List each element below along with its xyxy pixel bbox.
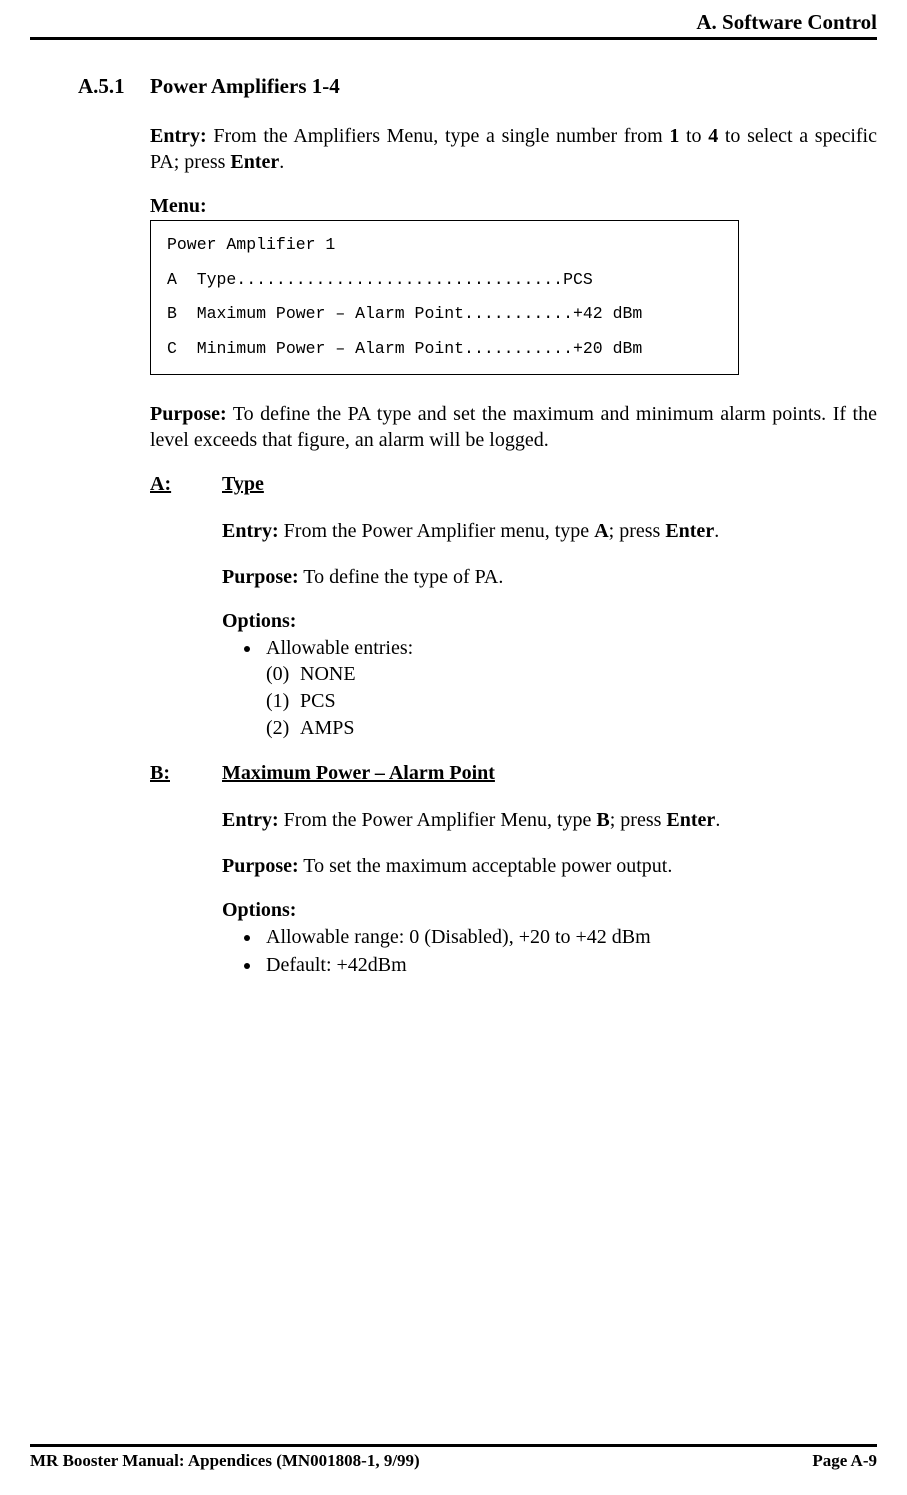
page-footer: MR Booster Manual: Appendices (MN001808-… [30,1444,877,1471]
options-label: Options: [222,610,877,633]
options-label: Options: [222,899,877,922]
sub-b-purpose: Purpose: To set the maximum acceptable p… [222,853,877,879]
menu-line: B Maximum Power – Alarm Point...........… [167,304,722,325]
options-list: Allowable entries: (0)NONE (1)PCS (2)AMP… [222,635,877,742]
list-item: Default: +42dBm [262,952,877,978]
footer-right: Page A-9 [812,1451,877,1471]
sub-key: A: [150,473,222,496]
section-heading: A.5.1 Power Amplifiers 1-4 [78,74,877,99]
footer-left: MR Booster Manual: Appendices (MN001808-… [30,1451,420,1471]
options-list: Allowable range: 0 (Disabled), +20 to +4… [222,924,877,978]
menu-box: Power Amplifier 1 A Type................… [150,220,739,375]
entry-label: Entry: [150,125,207,147]
page-header: A. Software Control [30,10,877,40]
sub-key: B: [150,762,222,785]
menu-line: A Type.................................P… [167,270,722,291]
entry-paragraph: Entry: From the Amplifiers Menu, type a … [150,123,877,175]
sub-a-entry: Entry: From the Power Amplifier menu, ty… [222,518,877,544]
section-title: Power Amplifiers 1-4 [150,74,340,99]
header-title: A. Software Control [696,10,877,34]
list-item: Allowable entries: (0)NONE (1)PCS (2)AMP… [262,635,877,742]
section-number: A.5.1 [78,74,150,99]
sub-heading-b: B: Maximum Power – Alarm Point [150,762,877,785]
menu-line: Power Amplifier 1 [167,235,722,256]
sub-b-entry: Entry: From the Power Amplifier Menu, ty… [222,807,877,833]
list-item: Allowable range: 0 (Disabled), +20 to +4… [262,924,877,950]
sub-a-purpose: Purpose: To define the type of PA. [222,564,877,590]
sub-heading-a: A: Type [150,473,877,496]
sub-title: Type [222,473,264,496]
purpose-label: Purpose: [150,403,227,425]
menu-line: C Minimum Power – Alarm Point...........… [167,339,722,360]
enum-list: (0)NONE (1)PCS (2)AMPS [266,661,877,742]
purpose-paragraph: Purpose: To define the PA type and set t… [150,401,877,453]
sub-title: Maximum Power – Alarm Point [222,762,495,785]
menu-label: Menu: [150,195,877,218]
